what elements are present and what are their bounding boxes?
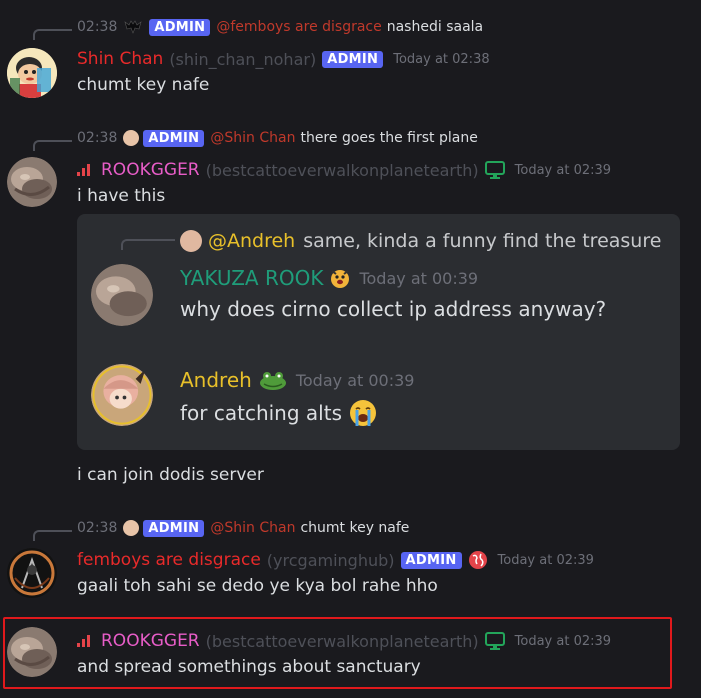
embed-message: for catching alts: [180, 398, 378, 428]
admin-badge: ADMIN: [143, 519, 205, 537]
username[interactable]: ROOKGGER: [101, 160, 200, 180]
username: YAKUZA ROOK: [180, 266, 324, 290]
avatar[interactable]: [7, 157, 57, 207]
reply-text: nashedi saala: [386, 19, 484, 35]
globe-icon: [468, 550, 488, 570]
reply-avatar: [123, 520, 140, 536]
message-header: femboys are disgrace (yrcgaminghub) ADMI…: [77, 548, 594, 572]
reply-text: chumt key nafe: [300, 520, 410, 536]
reply-mention: @Andreh: [208, 230, 296, 252]
reply-connector: [33, 29, 72, 40]
message-text: and spread somethings about sanctuary: [77, 657, 421, 677]
bat-icon: [123, 19, 143, 35]
embed-header: Andreh Today at 00:39: [180, 366, 414, 394]
user-handle: (bestcattoeverwalkonplanetearth): [205, 631, 479, 651]
reply-time: 02:38: [77, 19, 118, 35]
user-handle: (shin_chan_nohar): [169, 49, 317, 69]
avatar: [91, 364, 153, 426]
reply-preview[interactable]: 02:38 ADMIN @Shin Chan chumt key nafe: [77, 518, 409, 538]
reply-time: 02:38: [77, 130, 118, 146]
reply-preview[interactable]: 02:38 ADMIN @femboys are disgrace nashed…: [77, 17, 483, 37]
message-header: Shin Chan (shin_chan_nohar) ADMIN Today …: [77, 47, 490, 71]
timestamp: Today at 00:39: [295, 370, 415, 390]
timestamp: Today at 02:39: [497, 552, 594, 568]
avatar[interactable]: [7, 548, 57, 598]
username[interactable]: ROOKGGER: [101, 631, 200, 651]
embed-text: for catching alts: [180, 401, 342, 425]
message-text: i have this: [77, 186, 166, 206]
desktop-icon: [484, 632, 505, 650]
reply-avatar: [180, 230, 202, 252]
message-text: chumt key nafe: [77, 75, 210, 95]
admin-badge: ADMIN: [149, 18, 211, 36]
reply-mention[interactable]: @Shin Chan: [210, 520, 295, 536]
timestamp: Today at 02:39: [514, 162, 612, 178]
message-header: ROOKGGER (bestcattoeverwalkonplanetearth…: [77, 629, 611, 653]
user-handle: (bestcattoeverwalkonplanetearth): [205, 160, 479, 180]
embed-text: why does cirno collect ip address anyway…: [180, 297, 607, 321]
message-header: ROOKGGER (bestcattoeverwalkonplanetearth…: [77, 158, 611, 182]
face-emoji: [329, 267, 351, 289]
reply-connector: [121, 239, 175, 250]
reply-time: 02:38: [77, 520, 118, 536]
avatar[interactable]: [7, 48, 57, 98]
avatar[interactable]: [7, 627, 57, 677]
embedded-image[interactable]: @Andreh same, kinda a funny find the tre…: [77, 214, 680, 450]
reply-preview: @Andreh same, kinda a funny find the tre…: [180, 229, 661, 253]
reply-preview[interactable]: 02:38 ADMIN @Shin Chan there goes the fi…: [77, 128, 478, 148]
reply-text: there goes the first plane: [300, 130, 478, 146]
admin-badge: ADMIN: [143, 129, 205, 147]
desktop-icon: [484, 161, 505, 179]
reply-mention[interactable]: @Shin Chan: [210, 130, 295, 146]
crying-emoji: [348, 398, 378, 428]
avatar: [91, 264, 153, 326]
timestamp: Today at 02:38: [393, 51, 490, 67]
embed-header: YAKUZA ROOK Today at 00:39: [180, 264, 478, 292]
reply-mention[interactable]: @femboys are disgrace: [216, 19, 381, 35]
message-text: i can join dodis server: [77, 465, 264, 485]
reply-text: same, kinda a funny find the treasure: [303, 230, 662, 252]
reply-avatar: [123, 130, 140, 146]
username[interactable]: Shin Chan: [77, 49, 163, 69]
signal-icon: [77, 164, 91, 176]
admin-badge: ADMIN: [322, 50, 384, 68]
frog-emoji: [258, 369, 288, 391]
highlight-box: [3, 617, 672, 689]
username: Andreh: [180, 368, 252, 392]
username[interactable]: femboys are disgrace: [77, 550, 261, 570]
user-handle: (yrcgaminghub): [266, 550, 395, 570]
reply-connector: [33, 140, 72, 151]
admin-badge: ADMIN: [400, 551, 462, 569]
reply-connector: [33, 530, 72, 541]
signal-icon: [77, 635, 91, 647]
timestamp: Today at 02:39: [514, 633, 612, 649]
timestamp: Today at 00:39: [359, 268, 479, 288]
message-text: gaali toh sahi se dedo ye kya bol rahe h…: [77, 576, 438, 596]
